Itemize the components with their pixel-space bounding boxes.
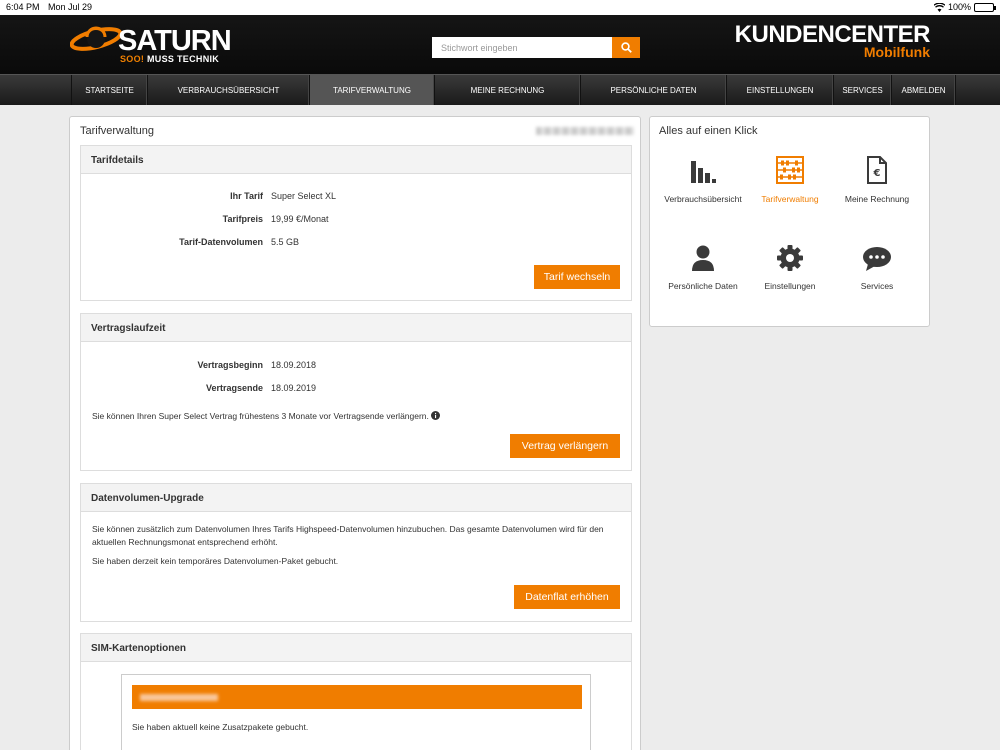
datenvolumen-status: Sie haben derzeit kein temporäres Datenv… xyxy=(92,556,339,566)
tile-label: Einstellungen xyxy=(764,281,816,291)
detail-value: 18.09.2018 xyxy=(271,360,317,370)
search-icon xyxy=(620,42,632,53)
tile-persoenliche-daten[interactable]: Persönliche Daten xyxy=(659,242,747,292)
detail-label: Vertragsende xyxy=(205,383,263,393)
sim-optionen-section: SIM-Kartenoptionen Sie haben aktuell kei… xyxy=(80,633,632,750)
saturn-planet-icon xyxy=(70,26,122,51)
battery-percent: 100% xyxy=(947,2,971,12)
tarifdetails-section: Tarifdetails Ihr Tarif Super Select XL T… xyxy=(80,145,632,301)
vertragslaufzeit-section: Vertragslaufzeit Vertragsbeginn 18.09.20… xyxy=(80,313,632,471)
detail-label: Ihr Tarif xyxy=(230,191,263,201)
detail-value: 19,99 €/Monat xyxy=(271,214,329,224)
tile-label: Verbrauchsübersicht xyxy=(664,194,742,204)
detail-label: Tarif-Datenvolumen xyxy=(179,237,263,247)
sim-option-box: Sie haben aktuell keine Zusatzpakete geb… xyxy=(121,674,591,750)
status-date: Mon Jul 29 xyxy=(48,2,93,12)
nav-item-abmelden[interactable]: ABMELDEN xyxy=(892,75,956,105)
redacted-sim-title xyxy=(140,694,218,701)
page-title: Tarifverwaltung xyxy=(80,125,154,137)
nav-item-meine-rechnung[interactable]: MEINE RECHNUNG xyxy=(435,75,581,105)
main-nav: STARTSEITE VERBRAUCHSÜBERSICHT TARIFVERW… xyxy=(0,74,1000,105)
tile-einstellungen[interactable]: Einstellungen xyxy=(746,242,834,292)
chat-icon xyxy=(863,247,891,271)
search-bar xyxy=(432,37,640,58)
nav-item-startseite[interactable]: STARTSEITE xyxy=(72,75,148,105)
tile-label: Tarifverwaltung xyxy=(761,194,819,204)
section-header: Vertragslaufzeit xyxy=(81,314,631,342)
detail-label: Vertragsbeginn xyxy=(197,360,263,370)
section-header: Datenvolumen-Upgrade xyxy=(81,484,631,512)
tile-services[interactable]: Services xyxy=(833,242,921,292)
invoice-icon: € xyxy=(867,156,887,184)
sim-option-header xyxy=(132,685,582,709)
section-header: SIM-Kartenoptionen xyxy=(81,634,631,662)
status-time: 6:04 PM xyxy=(6,2,40,12)
site-header: SATURN SOO! MUSS TECHNIK KUNDENCENTER Mo… xyxy=(0,15,1000,74)
verlaengerung-note: Sie können Ihren Super Select Vertrag fr… xyxy=(92,410,622,423)
detail-label: Tarifpreis xyxy=(222,214,263,224)
nav-item-persoenliche-daten[interactable]: PERSÖNLICHE DATEN xyxy=(581,75,727,105)
battery-icon xyxy=(974,2,996,12)
tile-tarifverwaltung[interactable]: Tarifverwaltung xyxy=(746,155,834,205)
sim-option-text: Sie haben aktuell keine Zusatzpakete geb… xyxy=(132,722,309,732)
status-bar: 6:04 PM Mon Jul 29 100% xyxy=(0,0,1000,15)
vertrag-verlaengern-button[interactable]: Vertrag verlängern xyxy=(510,434,620,458)
kundencenter-brand: KUNDENCENTER Mobilfunk xyxy=(735,22,931,61)
section-header: Tarifdetails xyxy=(81,146,631,174)
tile-meine-rechnung[interactable]: € Meine Rechnung xyxy=(833,155,921,205)
logo-tagline: SOO! MUSS TECHNIK xyxy=(120,54,220,64)
nav-item-verbrauchsuebersicht[interactable]: VERBRAUCHSÜBERSICHT xyxy=(148,75,310,105)
svg-text:€: € xyxy=(873,168,881,179)
tile-label: Services xyxy=(860,281,894,291)
datenvolumen-text: Sie können zusätzlich zum Datenvolumen I… xyxy=(92,524,604,547)
quick-links-title: Alles auf einen Klick xyxy=(659,125,758,137)
quick-links-panel: Alles auf einen Klick Verbrauchsübersich… xyxy=(649,116,930,327)
datenflat-erhoehen-button[interactable]: Datenflat erhöhen xyxy=(514,585,620,609)
tarif-wechseln-button[interactable]: Tarif wechseln xyxy=(534,265,620,289)
saturn-logo[interactable]: SATURN SOO! MUSS TECHNIK xyxy=(70,21,232,71)
datenvolumen-section: Datenvolumen-Upgrade Sie können zusätzli… xyxy=(80,483,632,622)
wifi-icon xyxy=(933,2,945,12)
nav-item-einstellungen[interactable]: EINSTELLUNGEN xyxy=(727,75,834,105)
tile-label: Persönliche Daten xyxy=(668,281,738,291)
bar-chart-icon xyxy=(691,161,716,183)
status-right: 100% xyxy=(933,2,996,12)
redacted-phone-number xyxy=(536,127,634,135)
abacus-icon xyxy=(776,156,804,184)
info-icon[interactable] xyxy=(431,411,441,420)
search-input[interactable] xyxy=(432,37,612,58)
person-icon xyxy=(692,245,714,271)
tile-verbrauchsuebersicht[interactable]: Verbrauchsübersicht xyxy=(659,155,747,205)
tarifverwaltung-panel: Tarifverwaltung Tarifdetails Ihr Tarif S… xyxy=(69,116,641,750)
nav-item-tarifverwaltung[interactable]: TARIFVERWALTUNG xyxy=(310,75,435,105)
detail-value: Super Select XL xyxy=(271,191,337,201)
tile-label: Meine Rechnung xyxy=(844,194,910,204)
nav-item-services[interactable]: SERVICES xyxy=(834,75,892,105)
detail-value: 18.09.2019 xyxy=(271,383,317,393)
search-button[interactable] xyxy=(612,37,640,58)
gear-icon xyxy=(777,245,803,271)
detail-value: 5.5 GB xyxy=(271,237,300,247)
